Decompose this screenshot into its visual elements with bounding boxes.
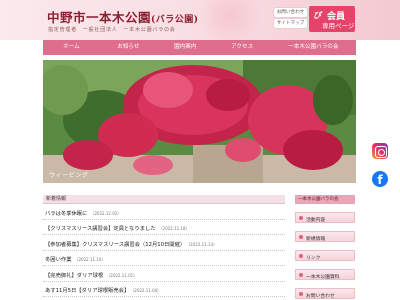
news-section: 新着情報 バラは冬季休眠に （2022.12.02） 【クリスマスリース講習会】定… <box>43 195 285 297</box>
member-page-button[interactable]: ぴ 会員 専用ページ <box>309 6 355 32</box>
news-date: （2022.11.14） <box>188 241 218 247</box>
facebook-icon[interactable]: f <box>372 171 388 187</box>
sidebar-item-label: リンク <box>306 255 321 261</box>
nav-home[interactable]: ホーム <box>43 40 100 55</box>
list-item[interactable]: 冬囲い作業 （2022.11.10） <box>43 251 285 266</box>
list-item[interactable]: 【参加者募集】クリスマスリース講習会（12月10日開催） （2022.11.14） <box>43 235 285 251</box>
sidebar-heading: 一本木公園バラの会 <box>295 195 355 204</box>
sidebar: 一本木公園バラの会 活動内容 新規情報 リンク 一本木公園資料 お問い合わせ <box>295 195 355 299</box>
bullet-icon <box>299 254 303 258</box>
sidebar-item-label: お問い合わせ <box>306 293 335 299</box>
sitemap-button[interactable]: サイトマップ <box>274 19 307 28</box>
nav-rose-society[interactable]: 一本木公園バラの会 <box>271 40 356 55</box>
nav-park-guide[interactable]: 園内案内 <box>157 40 214 55</box>
contact-button[interactable]: お問い合わせ <box>274 8 307 17</box>
news-date: （2022.11.10） <box>74 257 106 262</box>
sidebar-item-contact[interactable]: お問い合わせ <box>295 288 355 299</box>
site-title-main: 中野市一本木公園 <box>47 10 152 25</box>
bullet-icon <box>299 273 303 277</box>
news-title: 【参加者募集】クリスマスリース講習会（12月10日開催） <box>45 241 186 248</box>
sidebar-item-label: 一本木公園資料 <box>306 274 340 280</box>
bullet-icon <box>299 292 303 296</box>
sidebar-item-new-info[interactable]: 新規情報 <box>295 231 355 242</box>
news-title: 【クリスマスリース講習会】定員となりました <box>45 226 156 232</box>
bullet-icon <box>299 235 303 239</box>
sidebar-item-label: 活動内容 <box>306 217 326 223</box>
site-operator: 指定管理者 一般社団法人 一本木公園バラの会 <box>48 27 176 33</box>
sidebar-item-documents[interactable]: 一本木公園資料 <box>295 269 355 280</box>
news-date: （2022.12.02） <box>90 210 122 216</box>
news-date: （2022.11.04） <box>132 288 162 293</box>
rose-garden-photo <box>43 60 356 183</box>
news-heading: 新着情報 <box>43 195 285 204</box>
main-nav: ホーム お知らせ 園内案内 アクセス 一本木公園バラの会 <box>43 40 356 55</box>
list-item[interactable]: 【クリスマスリース講習会】定員となりました （2022.11.18） <box>43 220 285 235</box>
list-item[interactable]: 【完売御礼】ダリア球根 （2022.11.01） <box>43 266 285 282</box>
member-logo-icon: ぴ <box>313 11 321 20</box>
nav-access[interactable]: アクセス <box>214 40 271 55</box>
hero-caption: ウィーピング <box>49 172 89 179</box>
site-title-sub: (バラ公園) <box>151 15 199 25</box>
site-title[interactable]: 中野市一本木公園(バラ公園) <box>47 7 199 26</box>
site-header: 中野市一本木公園(バラ公園) 指定管理者 一般社団法人 一本木公園バラの会 お問… <box>0 0 400 40</box>
member-label-sub: 専用ページ <box>322 22 355 30</box>
list-item[interactable]: あす11月5日【ダリア球根販売会】 （2022.11.04） <box>43 282 285 297</box>
news-title: あす11月5日【ダリア球根販売会】 <box>45 288 130 294</box>
news-title: 【完売御礼】ダリア球根 <box>45 272 104 279</box>
sidebar-item-label: 新規情報 <box>306 236 326 242</box>
instagram-icon[interactable] <box>372 143 388 159</box>
news-title: バラは冬季休眠に <box>45 210 88 217</box>
sidebar-item-activities[interactable]: 活動内容 <box>295 212 355 223</box>
bullet-icon <box>299 216 303 220</box>
header-rose-decoration <box>190 0 270 40</box>
sidebar-item-links[interactable]: リンク <box>295 250 355 261</box>
list-item[interactable]: バラは冬季休眠に （2022.12.02） <box>43 204 285 220</box>
nav-news[interactable]: お知らせ <box>100 40 157 55</box>
news-date: （2022.11.18） <box>158 226 190 231</box>
hero-photo: ウィーピング <box>43 60 356 183</box>
news-date: （2022.11.01） <box>106 272 138 278</box>
news-title: 冬囲い作業 <box>45 257 72 263</box>
